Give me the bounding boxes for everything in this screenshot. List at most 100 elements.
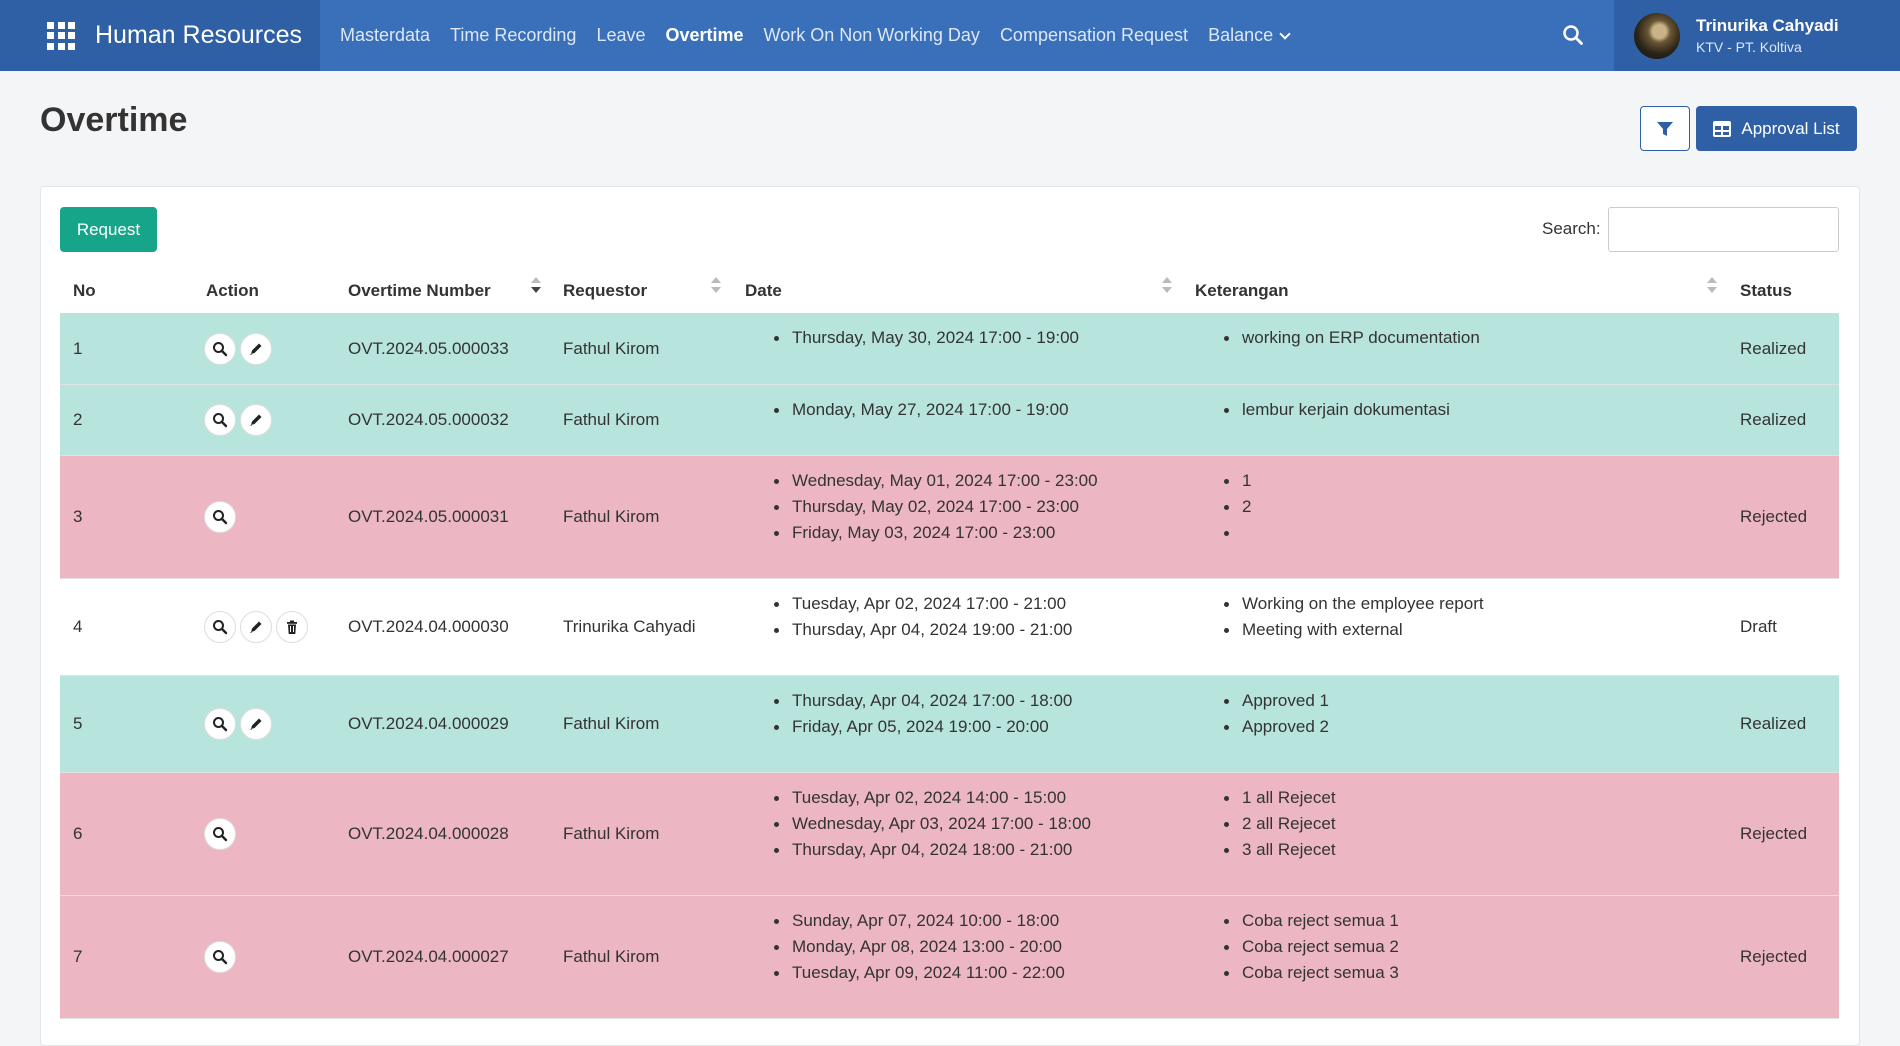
keterangan-list: lembur kerjain dokumentasi [1222,397,1450,423]
date-list: Thursday, Apr 04, 2024 17:00 - 18:00 Frid… [772,688,1072,740]
status-label: Realized [1740,714,1807,733]
nav-item-overtime[interactable]: Overtime [655,25,753,46]
pencil-icon [248,412,264,428]
row-actions [204,941,236,973]
nav-item-balance[interactable]: Balance [1198,25,1299,46]
row-number: 7 [73,947,83,966]
status-label: Rejected [1740,824,1808,843]
sort-icon[interactable] [1162,277,1172,293]
edit-button[interactable] [240,404,272,436]
date-list: Wednesday, May 01, 2024 17:00 - 23:00 Thu… [772,468,1098,546]
overtime-number: OVT.2024.05.000031 [348,507,509,526]
user-menu[interactable]: Trinurika Cahyadi KTV - PT. Koltiva [1614,0,1900,71]
top-navbar: Human Resources Masterdata Time Recordin… [0,0,1900,71]
keterangan-list: Coba reject semua 1 Coba reject semua 2 Co… [1222,908,1399,986]
row-number: 6 [73,824,83,843]
brand[interactable]: Human Resources [0,0,320,71]
list-item: Thursday, Apr 04, 2024 17:00 - 18:00 [772,688,1072,714]
row-actions [204,818,236,850]
search-input[interactable] [1608,207,1839,252]
list-item: Thursday, Apr 04, 2024 19:00 - 21:00 [772,617,1072,643]
row-number: 3 [73,507,83,526]
keterangan-list: Approved 1 Approved 2 [1222,688,1329,740]
apps-grid-icon[interactable] [47,21,75,50]
nav-item-masterdata[interactable]: Masterdata [330,25,440,46]
magnifier-icon [212,412,228,428]
keterangan-list: working on ERP documentation [1222,325,1480,351]
row-number: 1 [73,338,83,358]
requestor-name: Fathul Kirom [563,410,660,429]
view-button[interactable] [204,501,236,533]
table-row: 4 OVT.2024.04.000030 Trinurika Cahyadi Tues… [60,579,1839,676]
nav-item-leave[interactable]: Leave [586,25,655,46]
list-item: Approved 1 [1222,688,1329,714]
magnifier-icon [212,509,228,525]
chevron-down-icon [1279,28,1291,40]
nav-item-work-on-non-working-day[interactable]: Work On Non Working Day [754,25,990,46]
status-label: Draft [1740,617,1777,636]
column-header-overtime-number[interactable]: Overtime Number [348,281,491,301]
view-button[interactable] [204,708,236,740]
list-item: Monday, Apr 08, 2024 13:00 - 20:00 [772,934,1065,960]
list-item [1222,520,1251,546]
list-item: working on ERP documentation [1222,325,1480,351]
edit-button[interactable] [240,332,272,365]
overtime-number: OVT.2024.04.000027 [348,947,509,966]
overtime-number: OVT.2024.05.000033 [348,338,509,358]
filter-button[interactable] [1640,106,1690,151]
row-number: 4 [73,617,83,636]
list-item: lembur kerjain dokumentasi [1222,397,1450,423]
overtime-number: OVT.2024.04.000028 [348,824,509,843]
overtime-number: OVT.2024.05.000032 [348,410,509,429]
list-item: Tuesday, Apr 09, 2024 11:00 - 22:00 [772,960,1065,986]
row-actions [204,404,272,436]
column-header-requestor[interactable]: Requestor [563,281,647,301]
nav-item-compensation-request[interactable]: Compensation Request [990,25,1198,46]
column-header-keterangan[interactable]: Keterangan [1195,281,1289,301]
sort-icon[interactable] [1707,277,1717,293]
main-nav: Masterdata Time Recording Leave Overtime… [330,25,1299,46]
edit-button[interactable] [240,708,272,740]
search-icon[interactable] [1562,24,1584,46]
nav-item-time-recording[interactable]: Time Recording [440,25,586,46]
sort-desc-icon[interactable] [531,277,541,293]
row-actions [204,611,308,643]
column-header-no[interactable]: No [73,281,96,301]
edit-button[interactable] [240,611,272,643]
column-header-date[interactable]: Date [745,281,782,301]
view-button[interactable] [204,611,236,643]
column-header-status[interactable]: Status [1740,281,1792,301]
table-icon [1713,120,1732,137]
date-list: Tuesday, Apr 02, 2024 17:00 - 21:00 Thurs… [772,591,1072,643]
status-label: Rejected [1740,947,1808,966]
view-button[interactable] [204,404,236,436]
table-row: 1 OVT.2024.05.000033 Fathul Kirom Thursday,… [60,313,1839,385]
approval-list-label: Approval List [1741,118,1840,138]
date-list: Monday, May 27, 2024 17:00 - 19:00 [772,397,1069,423]
requestor-name: Fathul Kirom [563,824,660,843]
date-list: Tuesday, Apr 02, 2024 14:00 - 15:00 Wedne… [772,785,1091,863]
user-name: Trinurika Cahyadi [1696,16,1839,35]
requestor-name: Trinurika Cahyadi [563,617,696,636]
delete-button[interactable] [276,611,308,643]
row-number: 2 [73,410,83,429]
list-item: Thursday, Apr 04, 2024 18:00 - 21:00 [772,837,1091,863]
sort-icon[interactable] [711,277,721,293]
overtime-number: OVT.2024.04.000030 [348,617,509,636]
list-item: Tuesday, Apr 02, 2024 17:00 - 21:00 [772,591,1072,617]
overtime-card: Request Search: No Action Overtime Numbe… [40,186,1860,1046]
app-title: Human Resources [95,21,303,49]
request-button[interactable]: Request [60,207,157,252]
pencil-icon [248,716,264,732]
view-button[interactable] [204,818,236,850]
requestor-name: Fathul Kirom [563,947,660,966]
list-item: Approved 2 [1222,714,1329,740]
view-button[interactable] [204,332,236,365]
magnifier-icon [212,826,228,842]
list-item: Friday, May 03, 2024 17:00 - 23:00 [772,520,1098,546]
pencil-icon [248,619,264,635]
nav-item-balance-label: Balance [1208,25,1274,45]
approval-list-button[interactable]: Approval List [1696,106,1857,151]
page-title: Overtime [40,101,188,139]
view-button[interactable] [204,941,236,973]
